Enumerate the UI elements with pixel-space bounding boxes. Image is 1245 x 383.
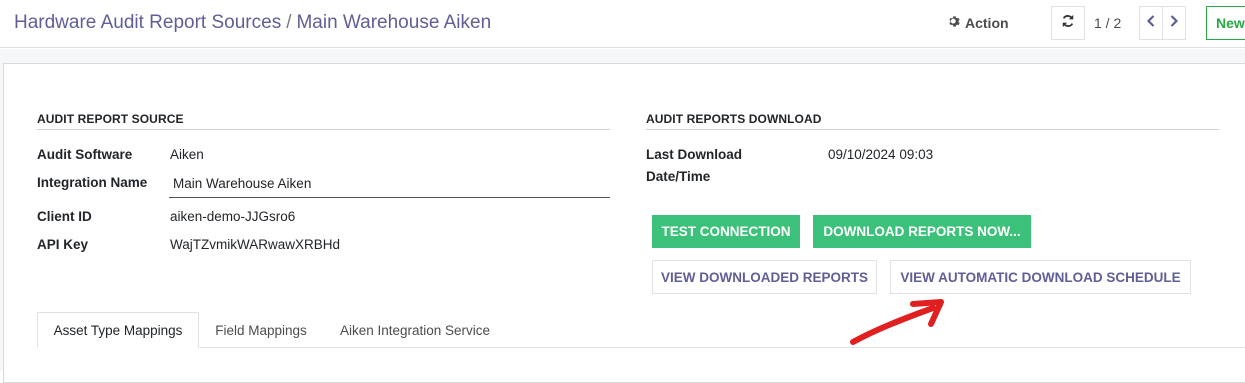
view-automatic-download-schedule-button[interactable]: VIEW AUTOMATIC DOWNLOAD SCHEDULE	[890, 260, 1191, 294]
audit-download-title: AUDIT REPORTS DOWNLOAD	[646, 112, 822, 126]
breadcrumb: Hardware Audit Report Sources / Main Wareh…	[14, 12, 491, 34]
control-panel: Hardware Audit Report Sources / Main Wareh…	[0, 0, 1245, 48]
refresh-icon	[1061, 14, 1075, 33]
annotation-arrow-icon	[850, 299, 944, 345]
download-reports-now-button[interactable]: DOWNLOAD REPORTS NOW...	[813, 215, 1031, 248]
last-download-label-line1: Last Download	[646, 147, 743, 162]
audit-source-divider	[37, 129, 610, 130]
tab-field-mappings[interactable]: Field Mappings	[199, 312, 323, 348]
action-button[interactable]: Action	[948, 15, 1009, 31]
pager-next-button[interactable]	[1162, 6, 1186, 40]
client-id-label: Client ID	[37, 209, 92, 224]
audit-download-divider	[646, 129, 1219, 130]
gear-icon	[948, 15, 961, 31]
api-key-value: WajTZvmikWARwawXRBHd	[170, 237, 341, 252]
refresh-button[interactable]	[1051, 6, 1085, 40]
new-button[interactable]: New	[1206, 6, 1245, 40]
view-downloaded-reports-button[interactable]: VIEW DOWNLOADED REPORTS	[652, 260, 877, 294]
chevron-left-icon	[1146, 14, 1156, 32]
api-key-label: API Key	[37, 237, 89, 252]
breadcrumb-parent[interactable]: Hardware Audit Report Sources	[14, 12, 281, 33]
pager-value[interactable]: 1 / 2	[1094, 15, 1121, 31]
test-connection-button[interactable]: TEST CONNECTION	[652, 215, 800, 248]
pager-previous-button[interactable]	[1139, 6, 1163, 40]
tab-asset-type-mappings[interactable]: Asset Type Mappings	[37, 312, 199, 348]
tab-aiken-integration-service[interactable]: Aiken Integration Service	[323, 312, 507, 348]
client-id-value: aiken-demo-JJGsro6	[170, 209, 296, 224]
audit-source-title: AUDIT REPORT SOURCE	[37, 112, 184, 126]
breadcrumb-current: Main Warehouse Aiken	[296, 12, 492, 33]
action-label: Action	[965, 15, 1009, 31]
audit-software-label: Audit Software	[37, 147, 133, 162]
integration-name-label: Integration Name	[37, 175, 148, 190]
integration-name-field[interactable]: Main Warehouse Aiken	[169, 171, 610, 198]
breadcrumb-separator: /	[286, 12, 292, 33]
audit-software-value: Aiken	[170, 147, 204, 162]
chevron-right-icon	[1169, 14, 1179, 32]
last-download-label-line2: Date/Time	[646, 169, 711, 184]
last-download-value: 09/10/2024 09:03	[828, 147, 934, 162]
